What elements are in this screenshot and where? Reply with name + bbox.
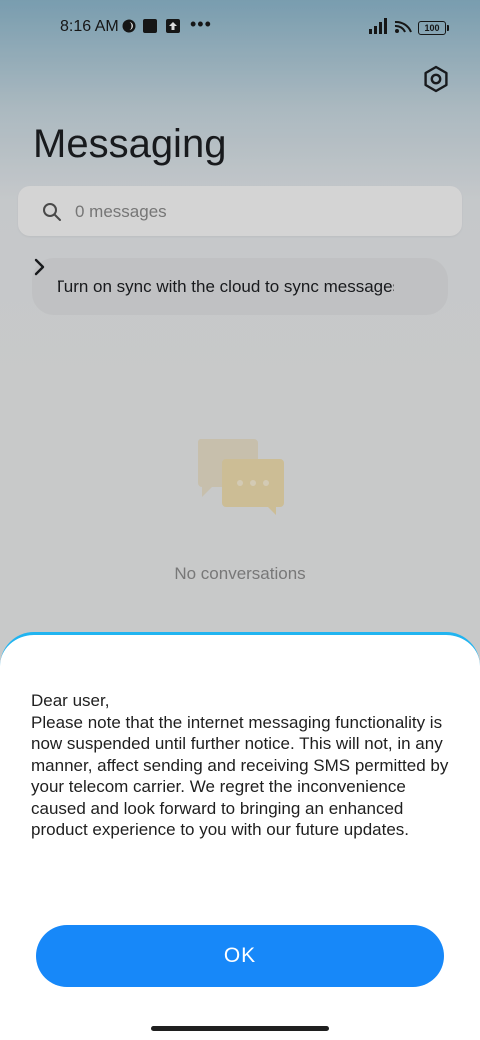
dialog-message: Dear user, Please note that the internet…: [31, 691, 449, 839]
notice-dialog: Dear user, Please note that the internet…: [0, 632, 480, 1040]
ok-button[interactable]: OK: [36, 925, 444, 987]
home-indicator[interactable]: [151, 1026, 329, 1031]
